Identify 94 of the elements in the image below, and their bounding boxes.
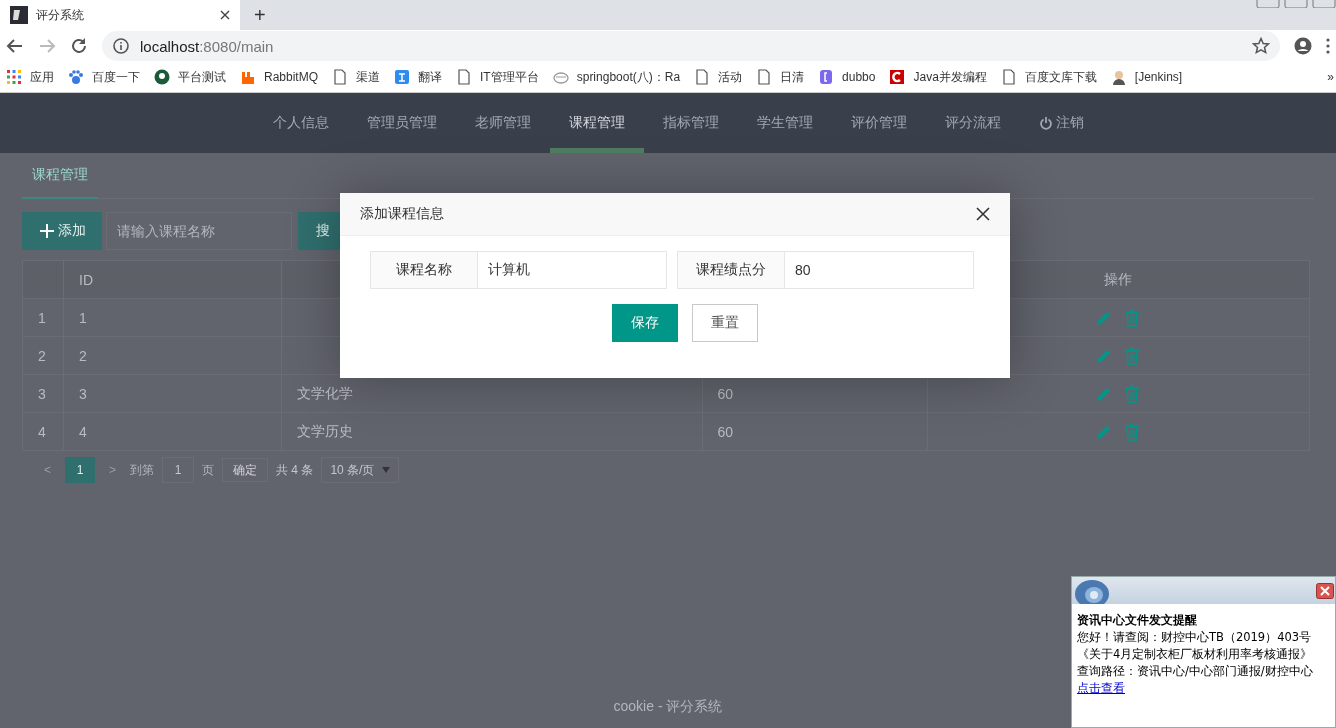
nav-item[interactable]: 评价管理 [831, 93, 926, 153]
info-icon [112, 37, 130, 55]
nav-item[interactable]: 注销 [1019, 93, 1103, 153]
bookmark-link[interactable]: IT管理平台 [480, 68, 539, 86]
row-number: 4 [22, 412, 64, 451]
speaker-icon [1072, 577, 1110, 604]
rabbit-icon[interactable] [240, 69, 256, 85]
bookmark-link[interactable]: Java并发编程 [913, 68, 987, 86]
window-minimize-icon[interactable] [1256, 0, 1280, 8]
tab-title: 评分系统 [36, 6, 85, 24]
footer-text: cookie - 评分系统 [613, 698, 723, 716]
table-cell: 1 [63, 298, 282, 337]
nav-item[interactable]: 老师管理 [455, 93, 550, 153]
back-icon[interactable] [6, 37, 24, 55]
dialog-title: 添加课程信息 [360, 205, 444, 223]
bookmark-link[interactable]: springboot(八)：Ra [576, 68, 681, 86]
page-icon[interactable] [756, 69, 773, 85]
notice-title: 资讯中心文件发文提醒 [1077, 612, 1198, 629]
notice-text: 《关于4月定制衣柜厂板材利用率考核通报》 [1077, 646, 1314, 663]
url-text: localhost:8080/main [140, 37, 274, 55]
search-field[interactable]: 请输入课程名称 [106, 212, 292, 250]
apps-grid-icon[interactable] [6, 69, 22, 85]
person-icon[interactable] [1110, 69, 1127, 85]
table-cell: 2 [63, 336, 282, 375]
bookmark-link[interactable]: 百度一下 [92, 68, 140, 86]
notice-text: 查询路径：资讯中心/中心部门通报/财控中心 [1077, 663, 1314, 680]
page-icon[interactable] [456, 69, 473, 85]
nav-item[interactable]: 课程管理 [549, 93, 644, 153]
letter-c-icon[interactable] [889, 69, 906, 85]
globe-icon[interactable] [154, 69, 170, 85]
notice-text: 您好！请查阅：财控中心TB（2019）403号 [1077, 629, 1313, 646]
page-icon[interactable] [694, 69, 711, 85]
more-bookmarks-button[interactable]: » [1327, 70, 1334, 84]
bookmark-link[interactable]: 翻译 [418, 68, 443, 86]
row-number: 1 [22, 298, 64, 337]
logo-icon [10, 6, 28, 24]
total-count: 共 4 条 [276, 461, 314, 479]
caret-icon [382, 467, 391, 473]
confirm-button[interactable]: 确定 [222, 458, 269, 482]
page-icon[interactable] [332, 69, 349, 85]
save-button[interactable]: 保存 [612, 304, 678, 342]
page-icon[interactable] [1000, 69, 1017, 85]
paw-icon[interactable] [68, 69, 84, 85]
translate-icon[interactable] [394, 69, 411, 85]
goto-label: 到第 [130, 461, 155, 479]
input-field[interactable]: 计算机 [478, 251, 667, 289]
bookmark-link[interactable]: dubbo [842, 70, 876, 84]
bookmark-link[interactable]: 平台测试 [178, 68, 226, 86]
nav-item[interactable]: 个人信息 [253, 93, 348, 153]
address-bar[interactable]: localhost:8080/main [102, 31, 1280, 61]
reset-button[interactable]: 重置 [692, 304, 758, 342]
new-tab-button[interactable]: + [254, 3, 266, 27]
field-label: 课程绩点分 [677, 251, 785, 289]
bookmark-link[interactable]: 渠道 [356, 68, 381, 86]
reload-icon[interactable] [70, 37, 88, 55]
page-size-select[interactable]: 10 条/页 [321, 457, 400, 483]
page-unit-label: 页 [202, 461, 215, 479]
forward-icon[interactable] [38, 37, 56, 55]
bookmark-link[interactable]: 活动 [718, 68, 743, 86]
table-cell: 60 [702, 412, 928, 451]
star-icon[interactable] [1252, 37, 1270, 55]
nav-item[interactable]: 管理员管理 [347, 93, 456, 153]
view-link[interactable]: 点击查看 [1077, 681, 1125, 695]
bookmark-link[interactable]: [Jenkins] [1134, 70, 1183, 84]
table-cell: 文学历史 [281, 412, 702, 451]
column-header: ID [63, 260, 282, 299]
window-restore-icon[interactable] [1284, 0, 1308, 8]
nav-item[interactable]: 学生管理 [737, 93, 832, 153]
plus-icon [40, 224, 54, 238]
row-number: 2 [22, 336, 64, 375]
power-icon [1038, 116, 1053, 130]
bookmark-link[interactable]: RabbitMQ [264, 70, 319, 84]
page-input[interactable]: 1 [162, 457, 195, 483]
page-button[interactable]: 1 [65, 457, 95, 483]
row-number: 3 [22, 374, 64, 413]
nav-item[interactable]: 指标管理 [643, 93, 738, 153]
browser-tab[interactable]: 评分系统 [0, 0, 240, 30]
table-cell: 3 [63, 374, 282, 413]
close-icon[interactable] [220, 10, 230, 20]
bookmark-link[interactable]: 百度文库下载 [1024, 68, 1097, 86]
input-field[interactable]: 80 [785, 251, 974, 289]
bracket-icon[interactable] [818, 69, 835, 85]
add-button[interactable]: 添加 [22, 212, 102, 250]
close-icon[interactable] [976, 207, 990, 221]
window-close-icon[interactable] [1312, 0, 1336, 8]
bookmark-link[interactable]: 日清 [780, 68, 805, 86]
bookmark-link[interactable]: 应用 [30, 68, 54, 86]
close-icon[interactable] [1316, 582, 1334, 599]
table-cell: 4 [63, 412, 282, 451]
field-label: 课程名称 [370, 251, 478, 289]
nav-item[interactable]: 评分流程 [925, 93, 1020, 153]
menu-icon[interactable] [1326, 37, 1330, 55]
tab[interactable]: 课程管理 [22, 153, 98, 199]
account-icon[interactable] [1294, 37, 1312, 55]
